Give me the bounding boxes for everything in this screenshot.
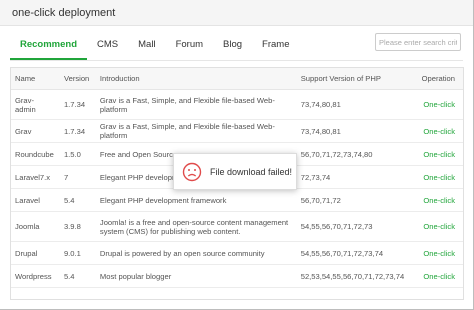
cell-introduction: Most popular blogger [95,264,297,288]
table-row: Grav 1.7.34 Grav is a Fast, Simple, and Fl… [11,119,463,143]
cell-php-versions: 54,55,56,70,71,72,73 [296,211,409,242]
toast-message: File download failed! [210,166,293,177]
cell-php-versions: 54,55,56,70,71,72,73,74 [296,241,409,265]
tab-forum[interactable]: Forum [166,30,213,60]
one-click-install-button[interactable]: One-click [408,165,463,189]
cell-introduction: Drupal is powered by an open source comm… [95,241,297,265]
col-header-php: Support Version of PHP [296,68,409,90]
cell-php-versions: 52,53,54,55,56,70,71,72,73,74 [296,264,409,288]
cell-introduction: Joomla! is a free and open-source conten… [95,211,297,242]
tab-recommend[interactable]: Recommend [10,30,88,60]
one-click-install-button[interactable]: One-click [408,89,463,120]
cell-version: 7 [59,165,96,189]
table-row: Wordpress 5.4 Most popular blogger 52,53,54… [11,264,463,288]
dialog-header: one-click deployment [0,0,473,26]
col-header-operation: Operation [408,68,463,90]
cell-version: 1.7.34 [59,119,96,143]
col-header-introduction: Introduction [95,68,297,90]
one-click-install-button[interactable]: One-click [408,241,463,265]
cell-introduction: Elegant PHP development framework [95,188,297,212]
cell-version: 5.4 [59,188,96,212]
category-tabs: Recommend CMS Mall Forum Blog Frame [10,30,463,61]
cell-php-versions: 73,74,80,81 [296,119,409,143]
cell-name: Laravel [11,188,60,212]
one-click-install-button[interactable]: One-click [408,188,463,212]
sad-face-icon [182,162,202,181]
tab-blog[interactable]: Blog [213,30,252,60]
cell-php-versions: 73,74,80,81 [296,89,409,120]
table-row: Joomla 3.9.8 Joomla! is a free and open-so… [11,211,463,242]
one-click-install-button[interactable]: One-click [408,211,463,242]
cell-version: 5.4 [59,264,96,288]
one-click-install-button[interactable]: One-click [408,142,463,166]
col-header-version: Version [59,68,96,90]
cell-version: 9.0.1 [59,241,96,265]
one-click-install-button[interactable]: One-click [408,119,463,143]
cell-php-versions: 72,73,74 [296,165,409,189]
cell-php-versions: 56,70,71,72,73,74,80 [296,142,409,166]
tab-cms[interactable]: CMS [87,30,128,60]
col-header-name: Name [11,68,60,90]
deployment-dialog: one-click deployment Recommend CMS Mall … [0,0,474,310]
dialog-title: one-click deployment [12,6,116,19]
cell-name: Grav [11,119,60,143]
cell-name: Drupal [11,241,60,265]
tab-mall[interactable]: Mall [128,30,165,60]
cell-name: Wordpress [11,264,60,288]
cell-version: 1.5.0 [59,142,96,166]
table-header-row: Name Version Introduction Support Versio… [11,68,463,90]
tab-frame[interactable]: Frame [252,30,299,60]
cell-name: Joomla [11,211,60,242]
cell-version: 3.9.8 [59,211,96,242]
table-row: Drupal 9.0.1 Drupal is powered by an open … [11,241,463,265]
cell-php-versions: 56,70,71,72 [296,188,409,212]
one-click-install-button[interactable]: One-click [408,264,463,288]
error-toast: File download failed! [173,153,297,190]
cell-version: 1.7.34 [59,89,96,120]
cell-introduction: Grav is a Fast, Simple, and Flexible fil… [95,89,297,120]
cell-introduction: Grav is a Fast, Simple, and Flexible fil… [95,119,297,143]
table-row: Laravel 5.4 Elegant PHP development framew… [11,188,463,212]
cell-name: Roundcube [11,142,60,166]
cell-name: Grav-admin [11,89,60,120]
search-input[interactable] [375,33,461,51]
cell-name: Laravel7.x [11,165,60,189]
table-row: Grav-admin 1.7.34 Grav is a Fast, Simple, … [11,89,463,120]
